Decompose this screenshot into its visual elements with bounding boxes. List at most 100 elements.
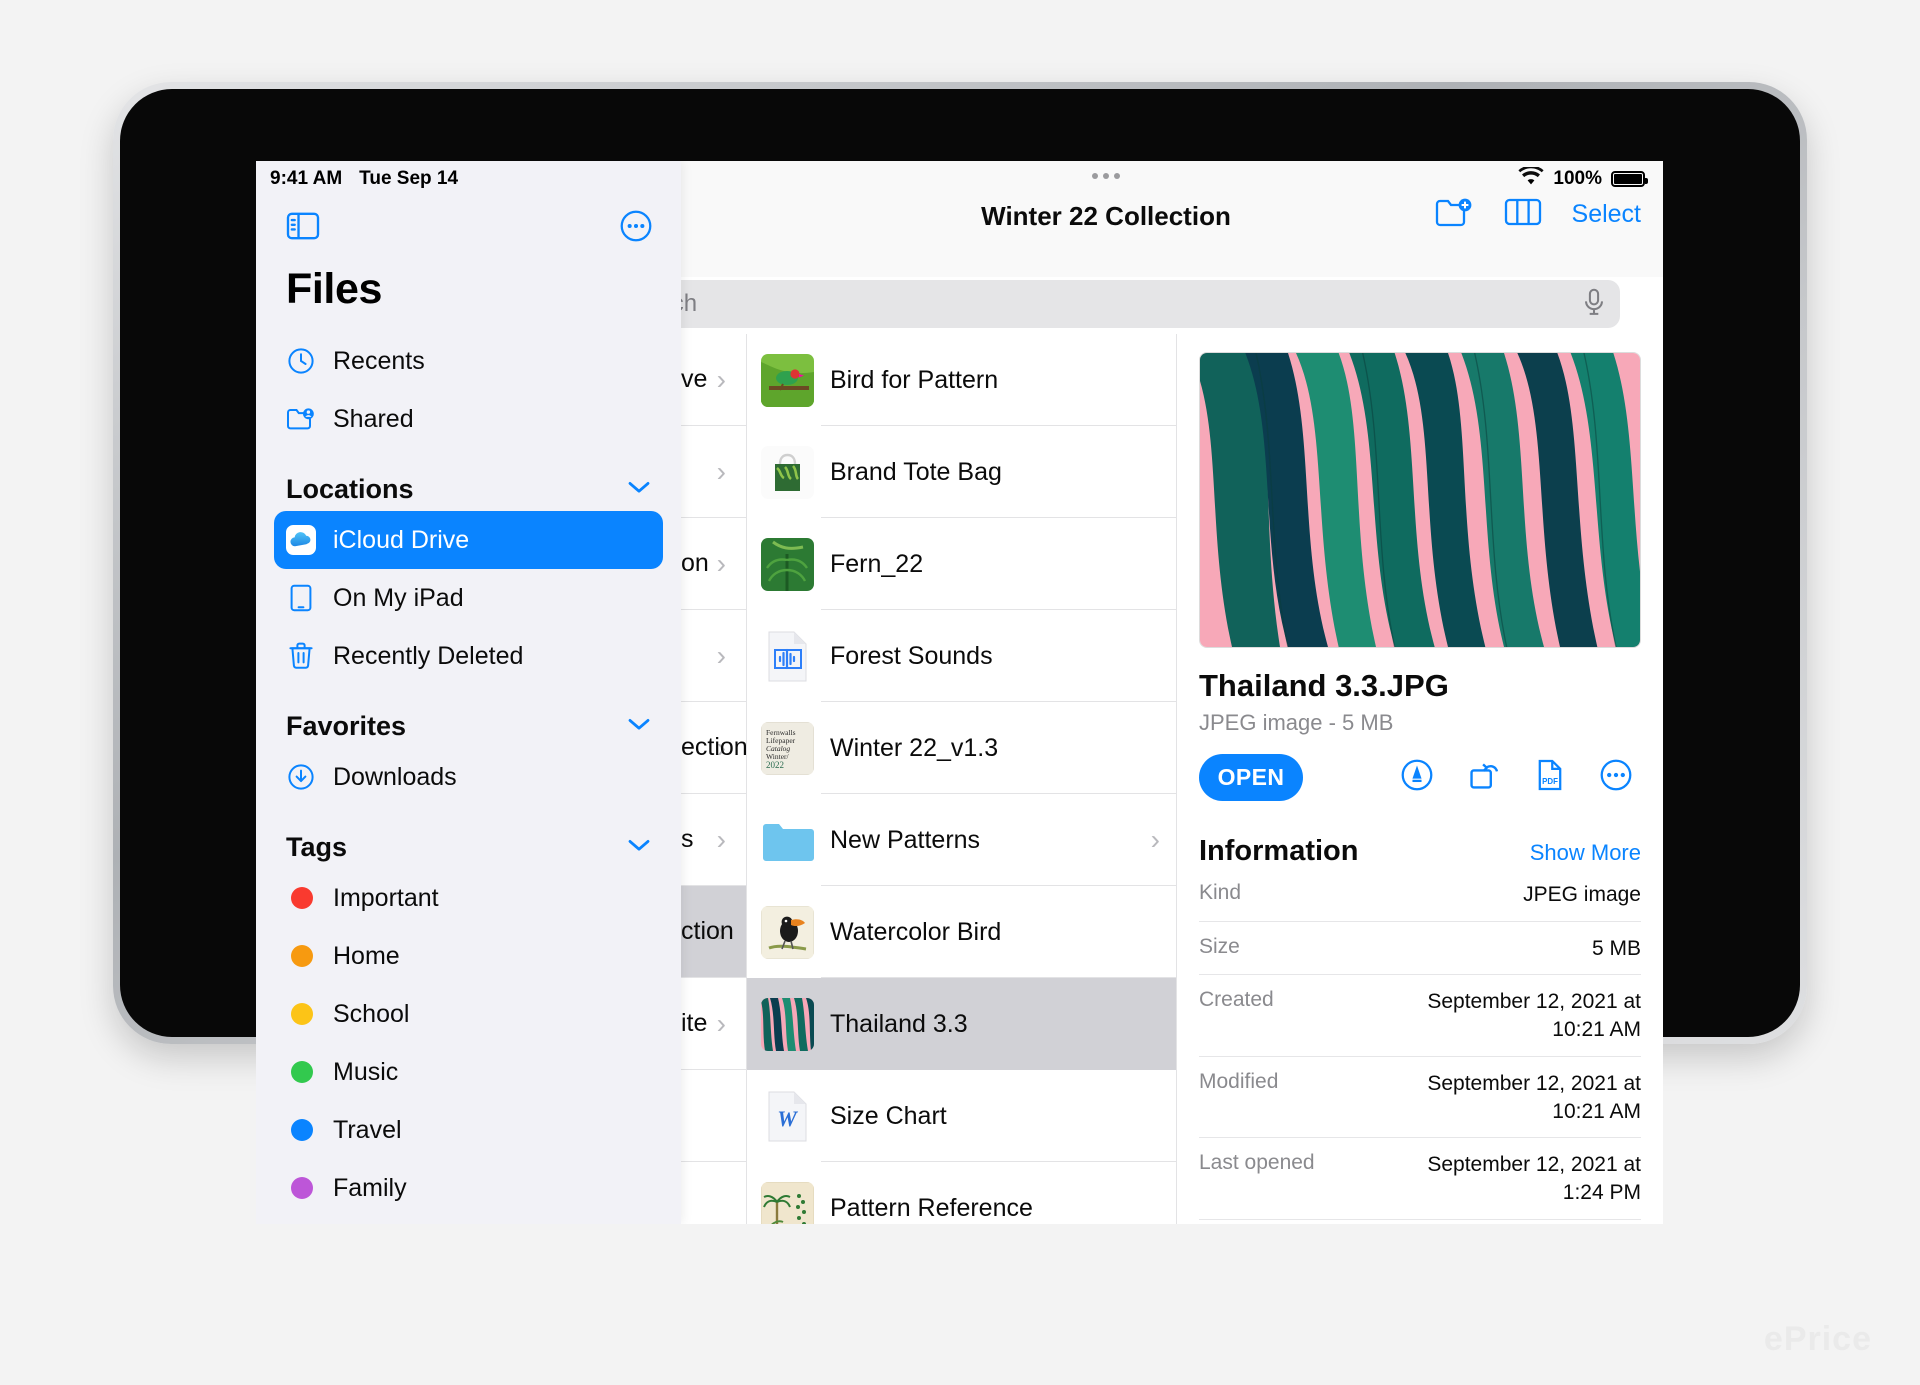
sidebar-item-label: Downloads: [333, 762, 457, 791]
watermark: ePrice: [1763, 1320, 1872, 1358]
info-key: Created: [1199, 988, 1274, 1012]
list-item[interactable]: Forest Sounds: [747, 610, 1176, 702]
sidebar: Files Recents Shared Locations iCloud Drive…: [256, 161, 681, 1224]
files-app-screen: Winter 22 Collection Select ve › › on › …: [256, 161, 1663, 1224]
screenshot-stage: Winter 22 Collection Select ve › › on › …: [0, 0, 1920, 1385]
tag-dot-icon: [286, 1003, 316, 1025]
microphone-icon[interactable]: [1582, 288, 1606, 321]
image-thumbnail: [761, 997, 814, 1051]
sidebar-item-recents[interactable]: Recents: [274, 332, 663, 390]
create-pdf-icon[interactable]: PDF: [1534, 758, 1566, 797]
information-title: Information: [1199, 835, 1359, 867]
list-item[interactable]: Fernwalls Lifepaper Catalog Winter/2022 Wint…: [747, 702, 1176, 794]
image-thumbnail: [761, 905, 814, 959]
info-key: Size: [1199, 934, 1240, 958]
sidebar-item-label: iCloud Drive: [333, 525, 470, 554]
chevron-down-icon[interactable]: [627, 837, 651, 858]
list-item[interactable]: Fern_22: [747, 518, 1176, 610]
trash-icon: [286, 641, 316, 671]
sidebar-item-label: School: [333, 999, 410, 1028]
row-label: ve: [681, 365, 708, 393]
markup-icon[interactable]: [1400, 758, 1434, 797]
list-item[interactable]: Brand Tote Bag: [747, 426, 1176, 518]
list-item[interactable]: W Size Chart: [747, 1070, 1176, 1162]
file-name: Brand Tote Bag: [830, 457, 1002, 486]
sidebar-group-title: Tags: [286, 832, 348, 862]
sidebar-item-shared[interactable]: Shared: [274, 390, 663, 448]
info-value: 5 MB: [1591, 936, 1641, 960]
sidebar-group-favorites[interactable]: Favorites: [256, 685, 681, 748]
info-value: September 12, 2021 at 10:21 AM: [1427, 990, 1641, 1042]
info-key: Last opened: [1199, 1151, 1315, 1175]
file-name: Bird for Pattern: [830, 365, 999, 394]
file-name: Winter 22_v1.3: [830, 733, 999, 762]
clock-icon: [286, 347, 316, 375]
chevron-right-icon: ›: [716, 823, 726, 855]
sidebar-item-label: Recently Deleted: [333, 641, 524, 670]
info-value: JPEG image: [1523, 883, 1641, 906]
app-title: Files: [286, 265, 382, 313]
list-item[interactable]: Pattern Reference: [747, 1162, 1176, 1224]
file-name: Fern_22: [830, 549, 924, 578]
sidebar-group-locations[interactable]: Locations: [256, 448, 681, 511]
chevron-right-icon: ›: [716, 1007, 726, 1039]
more-circle-icon[interactable]: [1599, 758, 1633, 797]
thailand-leaves-preview[interactable]: [1199, 352, 1641, 648]
svg-text:2022: 2022: [766, 760, 784, 770]
table-row: Created September 12, 2021 at 10:21 AM: [1199, 975, 1641, 1057]
row-label: on: [681, 549, 709, 577]
sidebar-item-travel[interactable]: Travel: [274, 1101, 663, 1159]
sidebar-item-label: Recents: [333, 346, 425, 375]
show-more-button[interactable]: Show More: [1530, 840, 1641, 866]
information-header: Information Show More: [1199, 835, 1641, 868]
chevron-right-icon: ›: [716, 363, 726, 395]
table-row: Dimensions4,000 x 3,000: [1199, 1220, 1641, 1224]
sidebar-item-label: Travel: [333, 1115, 402, 1144]
preview-file-subtitle: JPEG image - 5 MB: [1199, 710, 1394, 735]
file-name: Thailand 3.3: [830, 1009, 968, 1038]
more-circle-icon[interactable]: [619, 209, 653, 248]
list-item[interactable]: New Patterns ›: [747, 794, 1176, 886]
chevron-right-icon: ›: [1150, 824, 1160, 855]
table-row: Size 5 MB: [1199, 922, 1641, 976]
image-thumbnail: [761, 353, 814, 407]
sidebar-toggle-icon[interactable]: [286, 212, 320, 245]
info-value: September 12, 2021 at 10:21 AM: [1427, 1071, 1641, 1123]
sidebar-item-label: Family: [333, 1173, 407, 1202]
sidebar-item-downloads[interactable]: Downloads: [274, 748, 663, 806]
column-view-icon[interactable]: [1504, 197, 1542, 232]
table-row: Modified September 12, 2021 at 10:21 AM: [1199, 1057, 1641, 1139]
sidebar-item-important[interactable]: Important: [274, 869, 663, 927]
tag-dot-icon: [286, 887, 316, 909]
sidebar-group-tags[interactable]: Tags: [256, 806, 681, 869]
sidebar-item-family[interactable]: Family: [274, 1159, 663, 1217]
info-key: Modified: [1199, 1069, 1279, 1093]
image-thumbnail: [761, 445, 814, 499]
sidebar-item-school[interactable]: School: [274, 985, 663, 1043]
drag-handle-icon[interactable]: [1092, 173, 1120, 179]
chevron-down-icon[interactable]: [627, 716, 651, 737]
sidebar-toolbar: [256, 197, 681, 259]
sidebar-item-recently-deleted[interactable]: Recently Deleted: [274, 627, 663, 685]
open-button[interactable]: OPEN: [1199, 754, 1303, 801]
search-input[interactable]: Search: [572, 280, 1620, 328]
select-button[interactable]: Select: [1572, 200, 1641, 229]
sidebar-item-label: Home: [333, 941, 400, 970]
chevron-right-icon: ›: [716, 455, 726, 487]
chevron-down-icon[interactable]: [627, 479, 651, 500]
list-item[interactable]: Bird for Pattern: [747, 334, 1176, 426]
sidebar-item-home[interactable]: Home: [274, 927, 663, 985]
list-item[interactable]: Thailand 3.3: [747, 978, 1176, 1070]
new-folder-icon[interactable]: [1434, 196, 1474, 233]
browse-header: Winter 22 Collection Select: [549, 161, 1663, 277]
sidebar-item-icloud-drive[interactable]: iCloud Drive: [274, 511, 663, 569]
sidebar-item-on-my-ipad[interactable]: On My iPad: [274, 569, 663, 627]
rotate-icon[interactable]: [1467, 758, 1501, 797]
chevron-right-icon: ›: [716, 639, 726, 671]
sidebar-item-music[interactable]: Music: [274, 1043, 663, 1101]
svg-text:PDF: PDF: [1542, 777, 1558, 786]
preview-actions: OPEN PDF: [1199, 754, 1641, 801]
preview-file-title: Thailand 3.3.JPG: [1199, 668, 1449, 703]
row-label: ection: [681, 733, 746, 761]
list-item[interactable]: Watercolor Bird: [747, 886, 1176, 978]
